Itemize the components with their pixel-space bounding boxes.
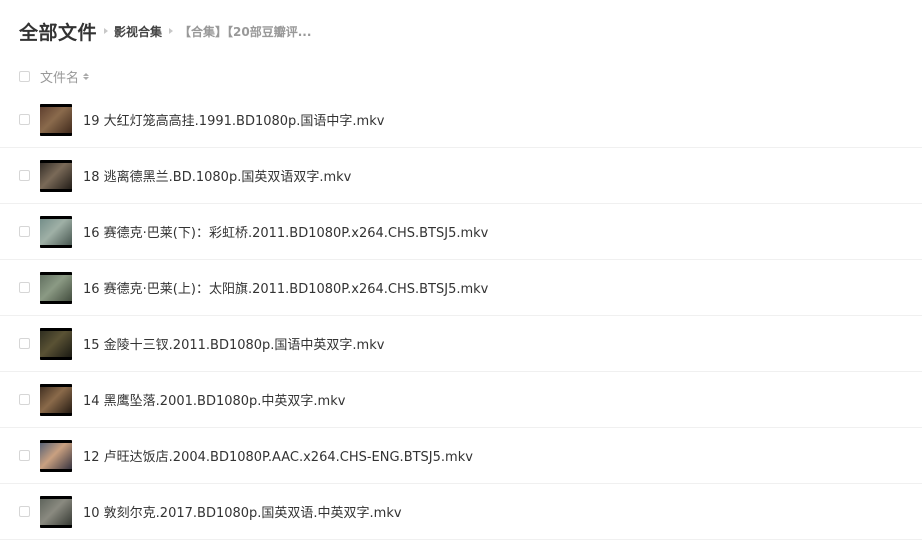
file-checkbox[interactable] — [19, 450, 30, 461]
file-checkbox[interactable] — [19, 114, 30, 125]
video-thumbnail[interactable] — [40, 495, 72, 528]
sort-icon[interactable] — [83, 72, 90, 80]
video-thumbnail[interactable] — [40, 103, 72, 136]
file-checkbox[interactable] — [19, 170, 30, 181]
video-thumbnail[interactable] — [40, 383, 72, 416]
video-thumbnail[interactable] — [40, 439, 72, 472]
breadcrumb-folder[interactable]: 影视合集 — [114, 23, 162, 40]
file-name[interactable]: 14 黑鹰坠落.2001.BD1080p.中英双字.mkv — [83, 390, 345, 409]
file-row[interactable]: 19 大红灯笼高高挂.1991.BD1080p.国语中字.mkv — [0, 92, 922, 148]
file-row[interactable]: 16 赛德克·巴莱(下)：彩虹桥.2011.BD1080P.x264.CHS.B… — [0, 204, 922, 260]
file-name[interactable]: 16 赛德克·巴莱(上)：太阳旗.2011.BD1080P.x264.CHS.B… — [83, 278, 488, 297]
video-thumbnail[interactable] — [40, 271, 72, 304]
file-checkbox[interactable] — [19, 506, 30, 517]
video-thumbnail[interactable] — [40, 327, 72, 360]
video-thumbnail[interactable] — [40, 159, 72, 192]
file-checkbox[interactable] — [19, 338, 30, 349]
file-name[interactable]: 12 卢旺达饭店.2004.BD1080P.AAC.x264.CHS-ENG.B… — [83, 446, 473, 465]
chevron-right-icon — [104, 28, 109, 34]
file-checkbox[interactable] — [19, 394, 30, 405]
breadcrumb-root[interactable]: 全部文件 — [19, 18, 97, 45]
video-thumbnail[interactable] — [40, 215, 72, 248]
list-header: 文件名 — [19, 66, 90, 86]
file-name[interactable]: 15 金陵十三钗.2011.BD1080p.国语中英双字.mkv — [83, 334, 384, 353]
file-row[interactable]: 10 敦刻尔克.2017.BD1080p.国英双语.中英双字.mkv — [0, 484, 922, 540]
column-header-name[interactable]: 文件名 — [40, 67, 90, 86]
breadcrumb: 全部文件 影视合集 【合集】【20部豆瓣评... — [19, 18, 311, 44]
file-name[interactable]: 10 敦刻尔克.2017.BD1080p.国英双语.中英双字.mkv — [83, 502, 402, 521]
file-row[interactable]: 16 赛德克·巴莱(上)：太阳旗.2011.BD1080P.x264.CHS.B… — [0, 260, 922, 316]
chevron-right-icon — [169, 28, 174, 34]
file-name[interactable]: 19 大红灯笼高高挂.1991.BD1080p.国语中字.mkv — [83, 110, 384, 129]
file-checkbox[interactable] — [19, 282, 30, 293]
breadcrumb-current: 【合集】【20部豆瓣评... — [179, 24, 312, 39]
file-name[interactable]: 18 逃离德黑兰.BD.1080p.国英双语双字.mkv — [83, 166, 351, 185]
file-list: 19 大红灯笼高高挂.1991.BD1080p.国语中字.mkv 18 逃离德黑兰… — [0, 92, 922, 540]
file-row[interactable]: 15 金陵十三钗.2011.BD1080p.国语中英双字.mkv — [0, 316, 922, 372]
file-row[interactable]: 12 卢旺达饭店.2004.BD1080P.AAC.x264.CHS-ENG.B… — [0, 428, 922, 484]
column-header-label: 文件名 — [40, 70, 80, 86]
file-row[interactable]: 18 逃离德黑兰.BD.1080p.国英双语双字.mkv — [0, 148, 922, 204]
file-name[interactable]: 16 赛德克·巴莱(下)：彩虹桥.2011.BD1080P.x264.CHS.B… — [83, 222, 488, 241]
file-checkbox[interactable] — [19, 226, 30, 237]
file-row[interactable]: 14 黑鹰坠落.2001.BD1080p.中英双字.mkv — [0, 372, 922, 428]
select-all-checkbox[interactable] — [19, 70, 30, 82]
